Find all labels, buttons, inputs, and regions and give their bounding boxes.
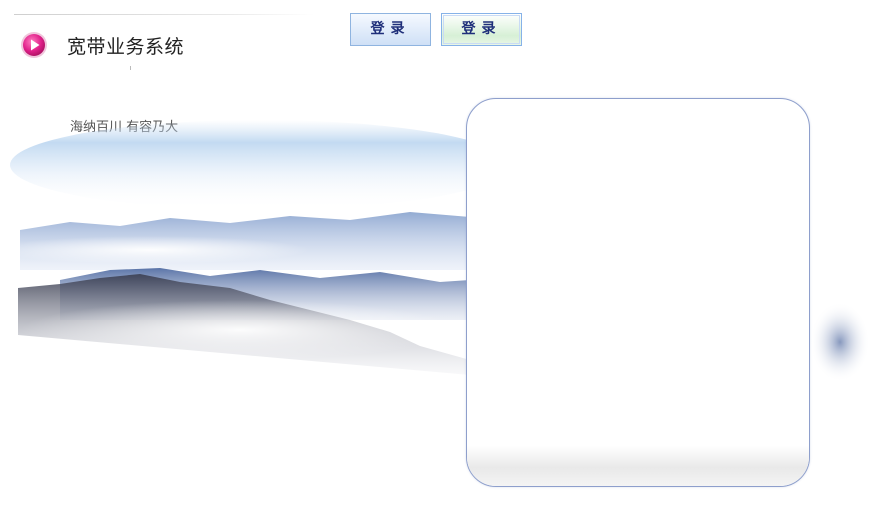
brand: 宽带业务系统	[20, 31, 184, 59]
decorative-tick	[130, 66, 131, 70]
login-button[interactable]: 登录	[350, 13, 431, 46]
page-title: 宽带业务系统	[67, 35, 185, 58]
play-circle-icon	[20, 31, 48, 59]
login-button-alt[interactable]: 登录	[441, 13, 522, 46]
login-panel-footer	[467, 446, 809, 486]
login-panel	[466, 98, 810, 487]
header-divider	[14, 14, 314, 15]
